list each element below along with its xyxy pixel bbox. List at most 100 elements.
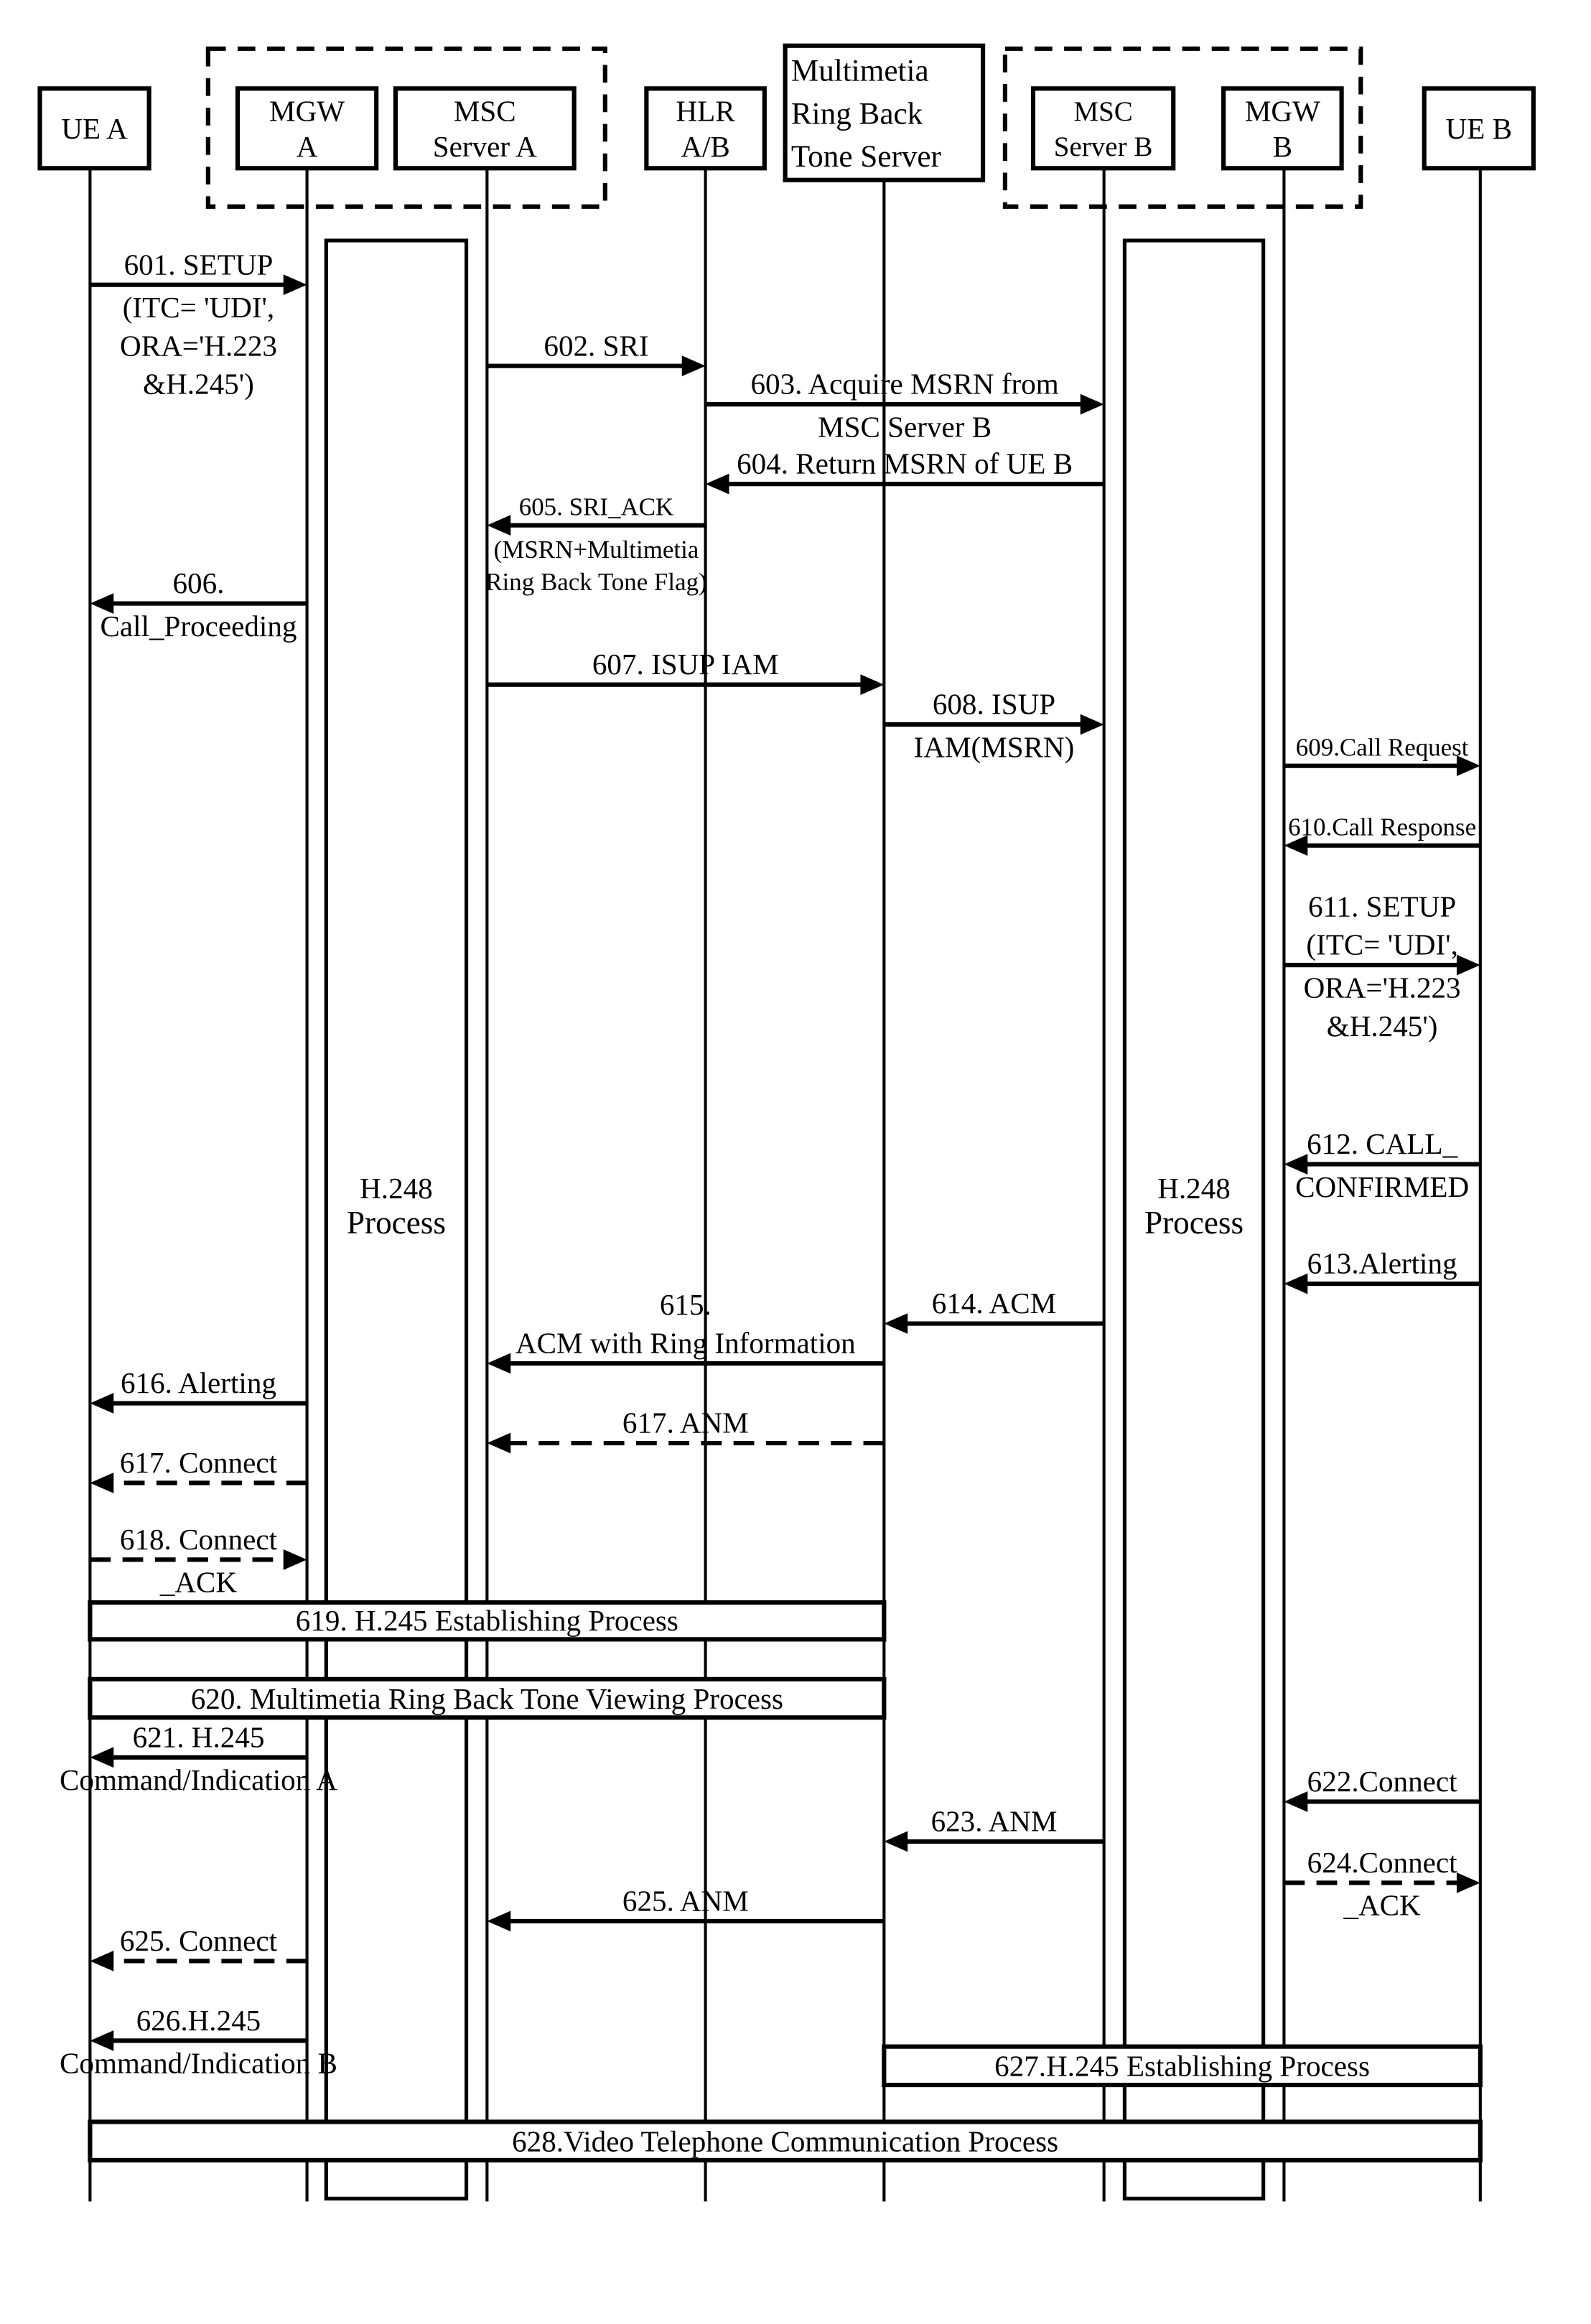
h248-process-a: H.248Process (324, 238, 469, 2201)
message-610: 610.Call Response (1284, 813, 1480, 857)
message-sublabel: Command/Indication A (60, 1763, 337, 1796)
message-616: 616. Alerting (90, 1366, 307, 1414)
message-603: 603. Acquire MSRN from MSC Server B (705, 368, 1104, 443)
message-621: 621. H.245 Command/Indication A (60, 1720, 337, 1796)
message-sublabel: (ITC= 'UDI', (123, 291, 274, 324)
message-label: 613.Alerting (1307, 1247, 1457, 1280)
message-606: 606. Call_Proceeding (90, 566, 307, 643)
arrowhead-icon (1284, 1273, 1308, 1294)
arrowhead-icon (283, 1549, 307, 1570)
participant-label: MGW (269, 95, 345, 128)
message-sublabel: &H.245') (143, 368, 254, 401)
arrowhead-icon (487, 515, 511, 536)
message-613: 613.Alerting (1284, 1247, 1480, 1294)
message-label: (ITC= 'UDI', (1306, 928, 1457, 961)
message-625b: 625. Connect (90, 1924, 307, 1971)
message-624: 624.Connect _ACK (1284, 1846, 1480, 1922)
process-label: Process (347, 1205, 446, 1241)
band-619: 619. H.245 Establishing Process (88, 1600, 887, 1642)
message-sublabel: MSC Server B (818, 410, 992, 443)
message-612: 612. CALL_ CONFIRMED (1284, 1127, 1480, 1203)
arrowhead-icon (860, 674, 885, 696)
message-608: 608. ISUP IAM(MSRN) (884, 688, 1104, 763)
band-label: 619. H.245 Establishing Process (296, 1604, 678, 1637)
participant-mscB: MSC Server B (1030, 86, 1176, 171)
message-605: 605. SRI_ACK (MSRN+Multimetia Ring Back To… (485, 493, 706, 596)
message-sublabel: _ACK (1343, 1889, 1421, 1922)
message-609: 609.Call Request (1284, 733, 1480, 777)
message-label: 625. ANM (622, 1885, 749, 1918)
message-sublabel: Command/Indication B (60, 2047, 337, 2080)
arrowhead-icon (705, 473, 729, 495)
message-sublabel: &H.245') (1327, 1009, 1438, 1042)
message-label: 611. SETUP (1308, 890, 1456, 923)
message-sublabel: IAM(MSRN) (914, 730, 1075, 763)
participant-label: Server B (1054, 131, 1153, 162)
participant-label: Ring Back (791, 97, 923, 131)
process-label: H.248 (360, 1172, 433, 1205)
arrowhead-icon (90, 1473, 114, 1493)
message-label: 608. ISUP (933, 688, 1055, 721)
arrowhead-icon (1284, 1791, 1308, 1812)
message-601: 601. SETUP (ITC= 'UDI', ORA='H.223&H.245') (90, 248, 307, 401)
arrowhead-icon (1080, 714, 1104, 735)
participant-ueA: UE A (37, 86, 151, 171)
arrowhead-icon (487, 1353, 511, 1374)
participant-label: MGW (1245, 95, 1320, 128)
arrowhead-icon (90, 1951, 114, 1971)
message-sublabel: Ring Back Tone Flag) (485, 568, 706, 596)
message-615: 615. ACM with Ring Information (487, 1288, 885, 1374)
message-label: 617. Connect (120, 1446, 278, 1479)
participant-ueB: UE B (1422, 86, 1536, 171)
arrowhead-icon (283, 274, 307, 296)
message-label: 603. Acquire MSRN from (751, 368, 1059, 401)
message-sublabel: ORA='H.223 (1304, 971, 1461, 1004)
message-label: 615. (660, 1288, 711, 1321)
message-label: 616. Alerting (121, 1366, 276, 1399)
participant-label: HLR (676, 95, 736, 128)
participant-label: A/B (681, 130, 730, 163)
participant-mgwB: MGWB (1221, 86, 1344, 171)
arrowhead-icon (681, 355, 706, 377)
band-label: 628.Video Telephone Communication Proces… (512, 2125, 1058, 2158)
participant-label: A (297, 130, 318, 163)
message-label: 607. ISUP IAM (592, 648, 779, 681)
participant-label: MSC (1073, 96, 1132, 127)
arrowhead-icon (1080, 393, 1104, 415)
arrowhead-icon (487, 1432, 511, 1454)
message-label: 614. ACM (932, 1287, 1057, 1320)
message-sublabel: CONFIRMED (1295, 1170, 1469, 1203)
message-label: 609.Call Request (1296, 733, 1469, 761)
participants-layer: UE AMGWAMSCServer AHLRA/BMultimetiaRing … (37, 43, 1536, 182)
band-627: 627.H.245 Establishing Process (882, 2044, 1483, 2088)
participant-mrbt: Multimetia Ring Back Tone Server (783, 43, 986, 182)
message-604: 604. Return MSRN of UE B (705, 447, 1104, 495)
message-623: 623. ANM (884, 1805, 1104, 1852)
message-sublabel: ORA='H.223 (120, 329, 277, 362)
message-622: 622.Connect (1284, 1765, 1480, 1812)
message-618: 618. Connect _ACK (90, 1523, 307, 1599)
processes-layer: H.248ProcessH.248Process (324, 238, 1266, 2201)
sequence-diagram: H.248ProcessH.248Process UE AMGWAMSCServ… (37, 43, 1536, 2202)
band-label: 620. Multimetia Ring Back Tone Viewing P… (191, 1682, 783, 1715)
message-611: 611. SETUP (ITC= 'UDI', ORA='H.223&H.245') (1284, 890, 1480, 1042)
participant-mscA: MSCServer A (393, 86, 577, 171)
message-label: 626.H.245 (136, 2004, 261, 2037)
message-614: 614. ACM (884, 1287, 1104, 1334)
message-625a: 625. ANM (487, 1885, 885, 1932)
participant-hlr: HLRA/B (644, 86, 767, 171)
arrowhead-icon (487, 1910, 511, 1932)
process-label: Process (1144, 1205, 1244, 1241)
participant-label: Multimetia (791, 55, 929, 88)
message-label: 612. CALL_ (1307, 1127, 1457, 1160)
message-617b: 617. Connect (90, 1446, 307, 1493)
participant-label: MSC (454, 95, 516, 128)
process-label: H.248 (1157, 1172, 1231, 1205)
arrowhead-icon (90, 1393, 114, 1414)
arrowhead-icon (1456, 1872, 1480, 1893)
band-label: 627.H.245 Establishing Process (994, 2050, 1370, 2083)
message-label: 601. SETUP (124, 248, 274, 281)
message-label: ACM with Ring Information (515, 1327, 856, 1360)
message-617a: 617. ANM (487, 1406, 885, 1454)
participant-mgwA: MGWA (235, 86, 379, 171)
